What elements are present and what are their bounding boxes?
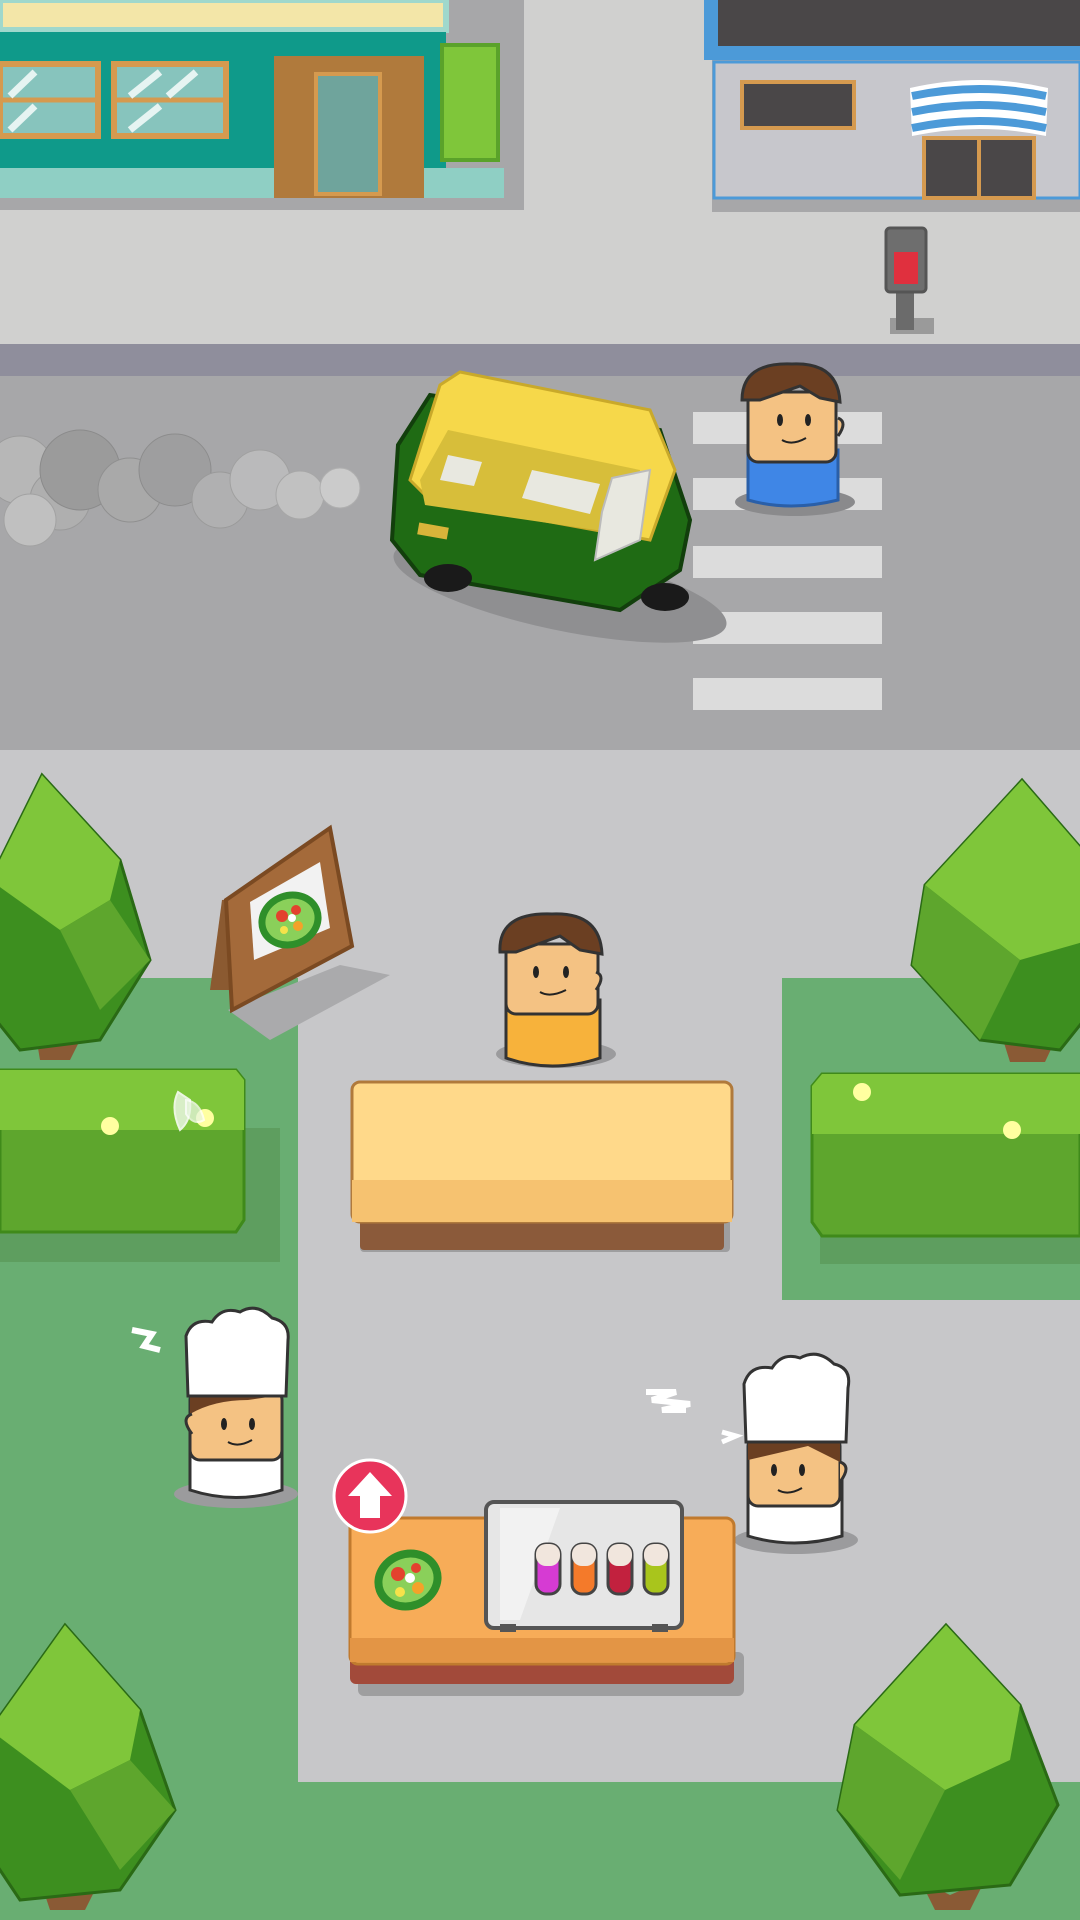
hedge-right xyxy=(810,1072,1080,1264)
red-light xyxy=(894,252,918,284)
upgrade-button[interactable] xyxy=(332,1458,408,1534)
dressing-bottle-purple xyxy=(534,1542,562,1596)
dressing-bottle-red xyxy=(606,1542,634,1596)
traffic-signal xyxy=(884,226,934,334)
serving-counter[interactable] xyxy=(350,1080,734,1252)
dressing-tray[interactable] xyxy=(484,1500,684,1632)
dressing-bottle-orange xyxy=(570,1542,598,1596)
grey-storefront xyxy=(704,0,1080,212)
game-world xyxy=(0,0,1080,1920)
pedestrian-blue-shirt xyxy=(735,362,855,516)
striped-awning xyxy=(910,80,1048,136)
hedge-left xyxy=(0,1068,280,1262)
curb xyxy=(0,344,1080,376)
dressing-bottle-lime xyxy=(642,1542,670,1596)
teal-storefront xyxy=(0,0,504,198)
shop-window-left xyxy=(0,61,101,139)
customer-orange-shirt[interactable] xyxy=(496,912,616,1068)
salad-prep-table[interactable] xyxy=(348,1500,744,1696)
shop-window-right xyxy=(111,61,229,139)
shop-door xyxy=(274,56,424,198)
game-scene xyxy=(0,0,1080,1920)
